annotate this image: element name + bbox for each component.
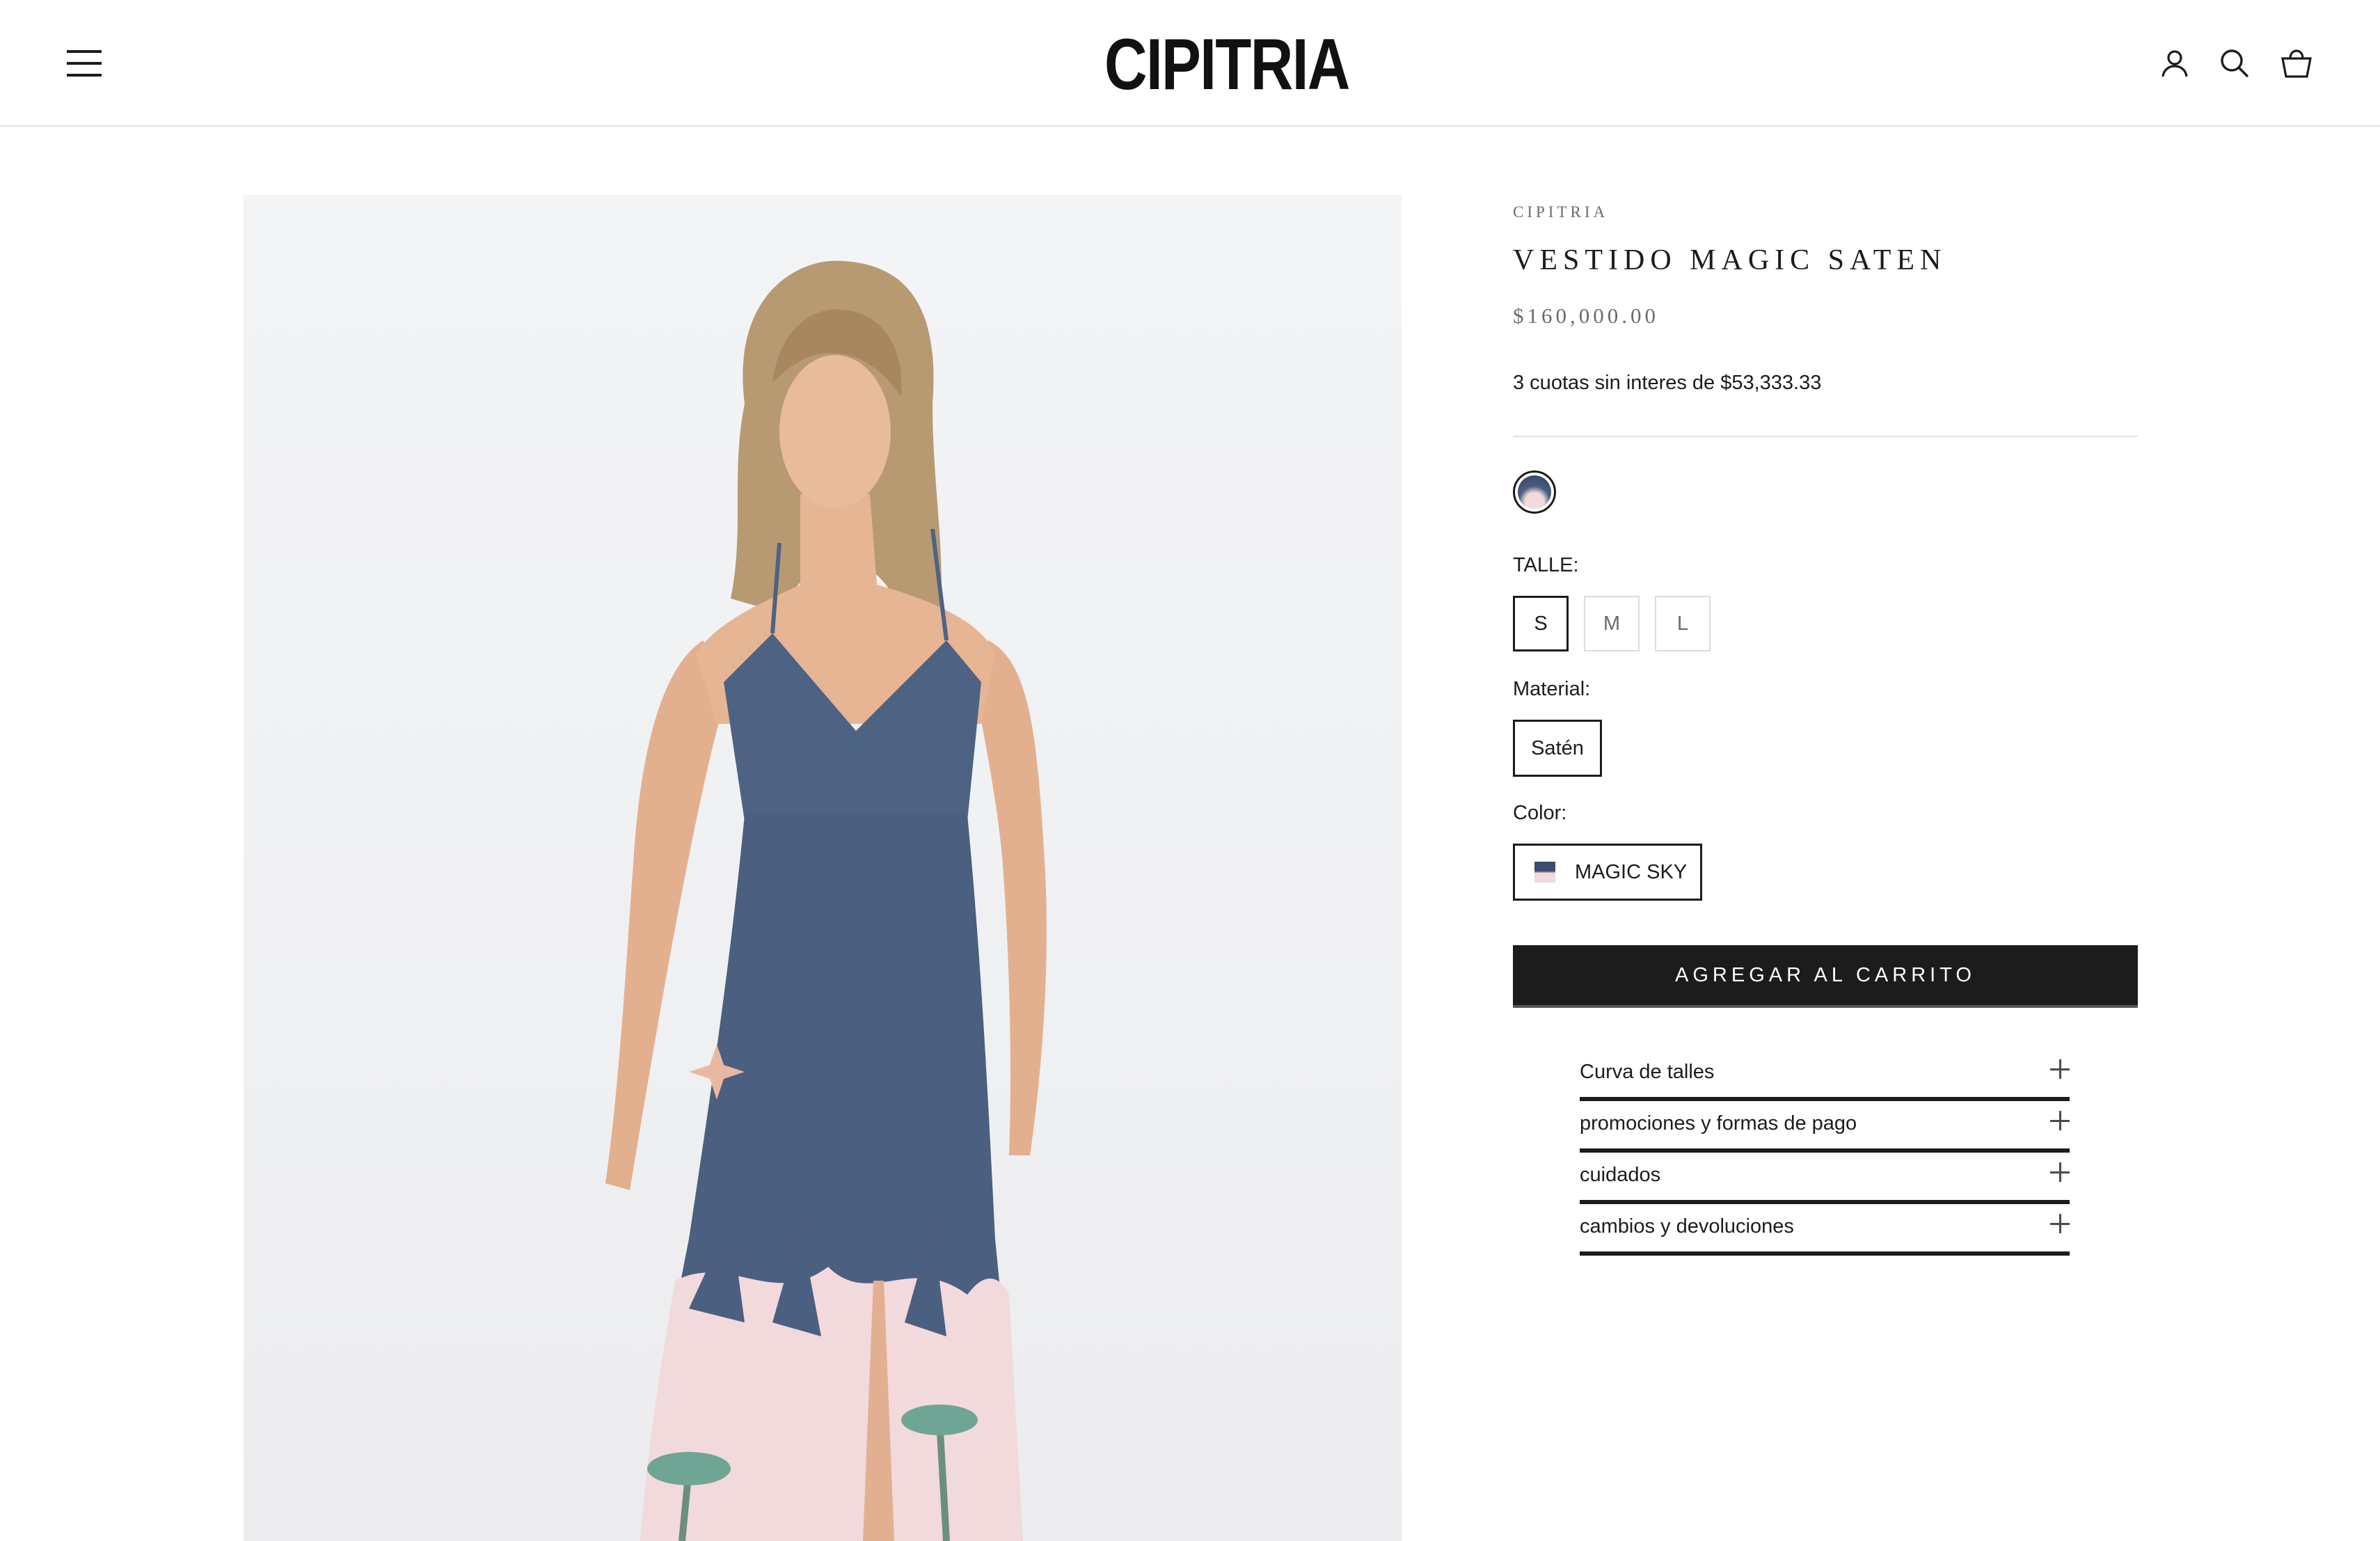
installments-text: 3 cuotas sin interes de $53,333.33: [1513, 372, 1822, 394]
accordion-label: cuidados: [1580, 1164, 1661, 1186]
material-label: Material:: [1513, 678, 1591, 700]
accordion-item-care[interactable]: cuidados: [1580, 1153, 2070, 1204]
color-swatch[interactable]: [1513, 471, 1556, 514]
cart-icon[interactable]: [2279, 46, 2314, 81]
accordion-label: promociones y formas de pago: [1580, 1112, 1857, 1135]
size-option-l[interactable]: L: [1655, 596, 1711, 651]
logo[interactable]: CIPITRIA: [1104, 26, 1350, 103]
accordion-item-payment[interactable]: promociones y formas de pago: [1580, 1101, 2070, 1153]
color-option[interactable]: MAGIC SKY: [1513, 844, 1702, 901]
size-option-s[interactable]: S: [1513, 596, 1569, 651]
site-header: CIPITRIA: [0, 0, 2380, 127]
color-option-label: MAGIC SKY: [1575, 860, 1688, 883]
accordion-label: cambios y devoluciones: [1580, 1215, 1794, 1238]
accordion-item-returns[interactable]: cambios y devoluciones: [1580, 1204, 2070, 1256]
product-vendor[interactable]: CIPITRIA: [1513, 203, 1608, 221]
add-to-cart-button[interactable]: AGREGAR AL CARRITO: [1513, 945, 2138, 1008]
product-image[interactable]: [244, 195, 1402, 1541]
size-label: TALLE:: [1513, 554, 1579, 576]
color-thumbnail: [1534, 862, 1555, 883]
accordion-item-size-chart[interactable]: Curva de talles: [1580, 1050, 2070, 1101]
plus-icon[interactable]: [2050, 1111, 2070, 1130]
search-icon[interactable]: [2217, 46, 2252, 81]
accordion-label: Curva de talles: [1580, 1061, 1715, 1083]
dress-model-illustration: [605, 260, 1047, 1541]
product-price: $160,000.00: [1513, 303, 1659, 328]
color-label: Color:: [1513, 802, 1567, 824]
menu-icon[interactable]: [67, 50, 102, 77]
divider: [1513, 436, 2138, 437]
plus-icon[interactable]: [2050, 1162, 2070, 1182]
plus-icon[interactable]: [2050, 1214, 2070, 1233]
size-option-m[interactable]: M: [1584, 596, 1640, 651]
material-option[interactable]: Satén: [1513, 720, 1602, 777]
plus-icon[interactable]: [2050, 1059, 2070, 1079]
product-accordion: Curva de talles promociones y formas de …: [1580, 1050, 2070, 1256]
account-icon[interactable]: [2157, 46, 2192, 81]
product-title: VESTIDO MAGIC SATEN: [1513, 244, 1947, 276]
